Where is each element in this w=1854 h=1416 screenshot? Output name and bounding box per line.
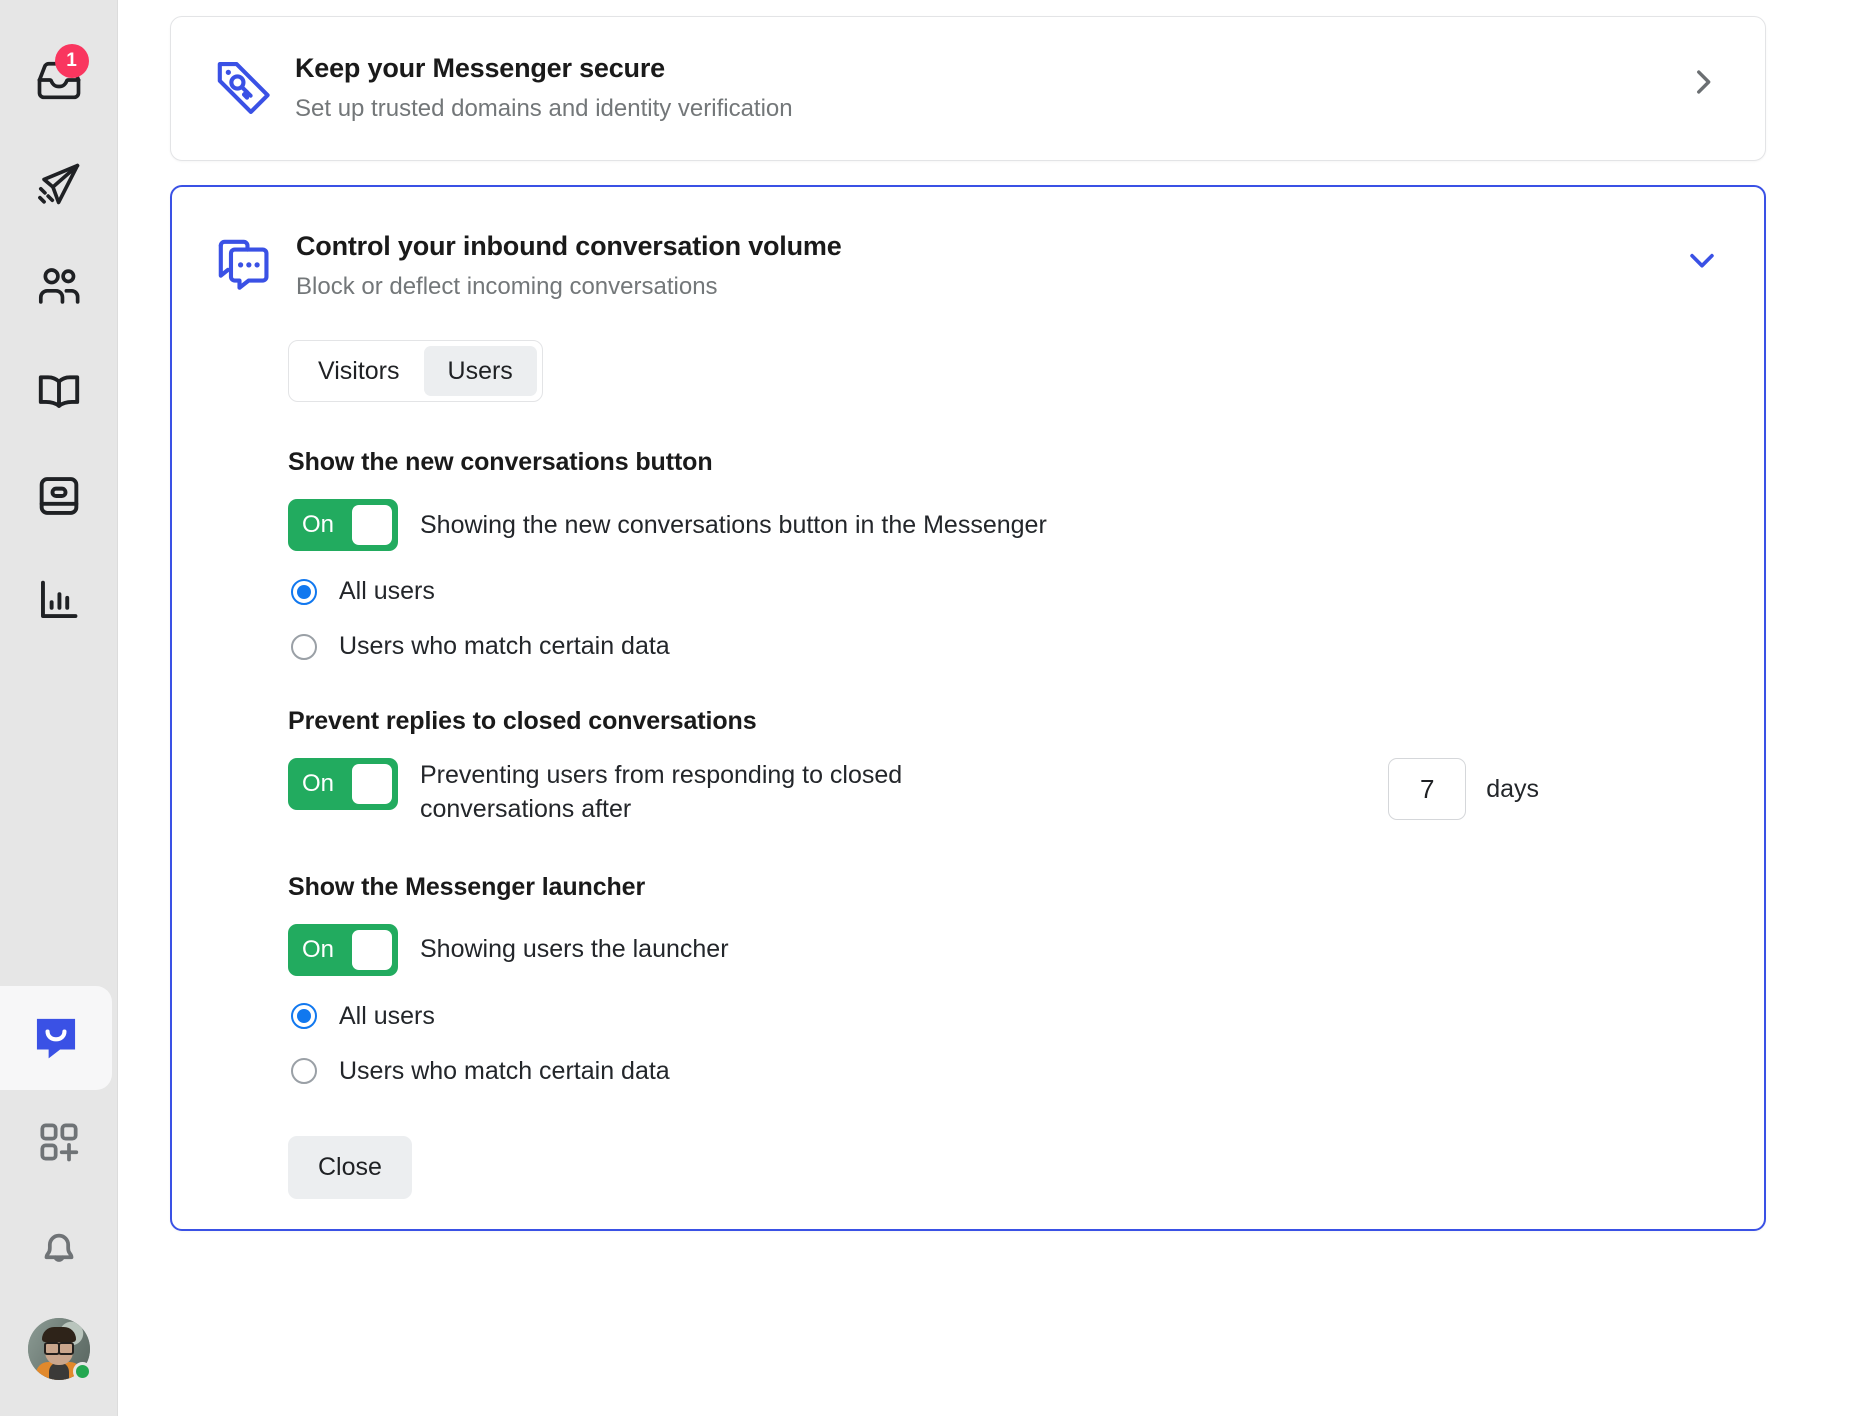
- toggle-2-description: Preventing users from responding to clos…: [420, 761, 903, 824]
- card-secure-title: Keep your Messenger secure: [295, 53, 665, 83]
- section-3-toggle-row: On Showing users the launcher: [288, 923, 1724, 976]
- toggle-knob: [352, 929, 392, 970]
- toggle-knob: [352, 764, 392, 804]
- sidebar-item-messenger[interactable]: [0, 986, 112, 1090]
- days-unit-label: days: [1486, 774, 1539, 803]
- toggle-state-label: On: [302, 935, 335, 963]
- sidebar-top-group: 1: [0, 0, 118, 652]
- card-keep-messenger-secure[interactable]: Keep your Messenger secure Set up truste…: [170, 16, 1766, 161]
- apps-add-icon: [39, 1123, 78, 1162]
- avatar-online-status-dot: [72, 1362, 92, 1381]
- inbox-badge-count: 1: [54, 44, 89, 78]
- tab-visitors[interactable]: Visitors: [294, 346, 424, 396]
- tab-users[interactable]: Users: [423, 346, 537, 396]
- radio-all-users-1-label: All users: [339, 577, 435, 605]
- close-button[interactable]: Close: [288, 1135, 412, 1199]
- card-control-inbound-volume: Control your inbound conversation volume…: [170, 185, 1766, 1231]
- primary-sidebar: 1: [0, 0, 118, 1416]
- bell-icon: [44, 1233, 73, 1262]
- card-volume-header[interactable]: Control your inbound conversation volume…: [172, 187, 1764, 326]
- section-messenger-launcher: Show the Messenger launcher On Showing u…: [288, 873, 1724, 1086]
- sidebar-item-notifications[interactable]: [0, 1194, 118, 1298]
- sidebar-item-apps[interactable]: [0, 1090, 118, 1194]
- radio-match-data-1-label: Users who match certain data: [339, 632, 670, 660]
- toggle-new-conversations-button[interactable]: On: [288, 499, 398, 551]
- card-volume-subtitle: Block or deflect incoming conversations: [296, 273, 718, 301]
- messenger-icon: [36, 1018, 75, 1059]
- conversations-icon: [218, 239, 269, 290]
- section-3-title: Show the Messenger launcher: [288, 872, 646, 901]
- toggle-knob: [352, 505, 392, 545]
- sidebar-bottom-group: [0, 986, 118, 1416]
- card-secure-expand-button[interactable]: [1675, 51, 1731, 99]
- book-icon: [38, 375, 79, 408]
- card-volume-body: Visitors Users Show the new conversation…: [172, 326, 1764, 1199]
- contacts-icon: [38, 268, 79, 304]
- sidebar-item-reports[interactable]: [0, 548, 118, 652]
- card-secure-header[interactable]: Keep your Messenger secure Set up truste…: [171, 17, 1765, 160]
- radio-all-users-2[interactable]: [291, 1003, 317, 1029]
- radio-match-data-1[interactable]: [291, 633, 317, 660]
- radio-all-users-2-label: All users: [339, 1001, 435, 1030]
- toggle-3-description: Showing users the launcher: [420, 935, 729, 964]
- chart-icon: [40, 580, 77, 618]
- section-2-toggle-row: On Preventing users from responding to c…: [288, 758, 1724, 827]
- sidebar-item-articles[interactable]: [0, 340, 118, 444]
- card-volume-icon-wrap: [212, 229, 286, 304]
- card-icon: [39, 477, 78, 515]
- toggle-1-description: Showing the new conversations button in …: [420, 510, 1047, 539]
- radio-option-all-users-2[interactable]: All users: [288, 1002, 1724, 1031]
- radio-match-data-2[interactable]: [291, 1058, 317, 1084]
- toggle-prevent-replies[interactable]: On: [288, 758, 398, 810]
- sidebar-item-contacts[interactable]: [0, 236, 118, 340]
- days-control: days: [1388, 758, 1724, 820]
- app-root: 1 Keep your Messenger secure Set up trus…: [0, 0, 1854, 1416]
- section-1-title: Show the new conversations button: [288, 448, 713, 476]
- radio-match-data-2-label: Users who match certain data: [339, 1056, 670, 1085]
- toggle-state-label: On: [302, 511, 335, 538]
- section-new-conversations-button: Show the new conversations button On Sho…: [288, 448, 1724, 661]
- card-volume-collapse-button[interactable]: [1674, 229, 1730, 277]
- card-secure-icon-wrap: [211, 51, 285, 126]
- toggle-state-label: On: [302, 770, 335, 797]
- card-secure-subtitle: Set up trusted domains and identity veri…: [295, 95, 793, 123]
- card-secure-text: Keep your Messenger secure Set up truste…: [285, 51, 1675, 125]
- send-icon: [37, 163, 79, 205]
- radio-option-match-data-2[interactable]: Users who match certain data: [288, 1057, 1724, 1086]
- avatar[interactable]: [27, 1318, 92, 1381]
- section-prevent-replies: Prevent replies to closed conversations …: [288, 707, 1724, 827]
- days-input[interactable]: [1388, 758, 1467, 820]
- radio-all-users-1[interactable]: [291, 578, 317, 605]
- toggle-messenger-launcher[interactable]: On: [288, 923, 398, 976]
- section-1-toggle-row: On Showing the new conversations button …: [288, 499, 1724, 551]
- audience-tabs: Visitors Users: [288, 340, 543, 402]
- radio-option-all-users-1[interactable]: All users: [288, 577, 1724, 606]
- avatar-hair: [41, 1327, 76, 1342]
- card-volume-title: Control your inbound conversation volume: [296, 231, 842, 261]
- tag-key-icon: [217, 62, 270, 114]
- main-content: Keep your Messenger secure Set up truste…: [118, 0, 1854, 1416]
- radio-option-match-data-1[interactable]: Users who match certain data: [288, 632, 1724, 661]
- sidebar-item-inbox[interactable]: 1: [0, 28, 118, 132]
- chevron-right-icon: [1697, 70, 1711, 94]
- sidebar-item-tickets[interactable]: [0, 444, 118, 548]
- sidebar-item-outbound[interactable]: [0, 132, 118, 236]
- card-volume-text: Control your inbound conversation volume…: [286, 229, 1674, 303]
- avatar-glasses: [43, 1342, 74, 1355]
- chevron-down-icon: [1690, 253, 1714, 268]
- section-2-title: Prevent replies to closed conversations: [288, 707, 757, 735]
